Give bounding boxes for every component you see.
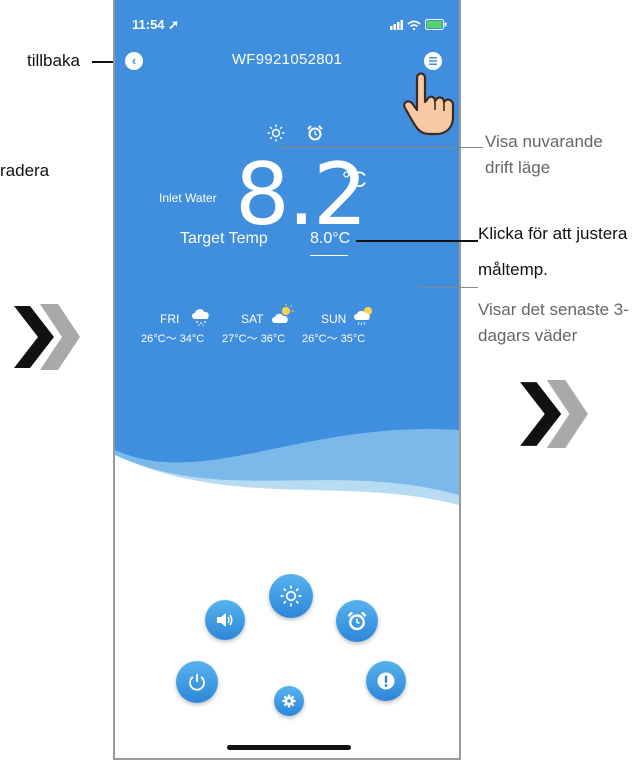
weather-day-sun: SUN 26°C～ 35°C xyxy=(302,307,392,348)
weather-range: 27°C～ 36°C xyxy=(222,333,286,345)
sound-button[interactable] xyxy=(205,600,245,640)
power-icon xyxy=(189,674,205,691)
weather-day-label: SUN xyxy=(321,312,347,326)
weather-range: 26°C～ 35°C xyxy=(302,333,366,345)
inlet-water-unit: °C xyxy=(342,167,367,192)
inlet-water-value: 8.2 xyxy=(235,145,368,245)
alert-icon xyxy=(377,672,395,690)
annotation-mode-line2: drift läge xyxy=(485,158,551,177)
home-indicator[interactable] xyxy=(227,745,351,750)
alert-button[interactable] xyxy=(366,661,406,701)
battery-icon xyxy=(425,19,447,30)
annotation-weather-line1: Visar det senaste 3- xyxy=(478,300,629,319)
phone-screen: 11:54 ➚ ‹ WF9921052801 Inlet Water 8.2 °… xyxy=(113,0,461,760)
sun-mode-indicator-icon xyxy=(267,124,285,142)
target-temp-value[interactable]: 8.0°C xyxy=(310,230,350,248)
menu-icon xyxy=(429,57,437,65)
alarm-clock-indicator-icon xyxy=(307,125,323,141)
target-temp-underline xyxy=(310,255,348,256)
weather-day-label: SAT xyxy=(241,312,264,326)
partly-sunny-icon xyxy=(272,304,294,323)
annotation-adjust-line xyxy=(356,240,478,242)
wave-decoration xyxy=(115,429,459,530)
target-temp-label: Target Temp xyxy=(180,230,268,247)
annotation-mode-line1: Visa nuvarande xyxy=(485,132,603,151)
status-time: 11:54 ➚ xyxy=(132,17,179,33)
weather-range: 26°C～ 34°C xyxy=(141,333,205,345)
weather-day-label: FRI xyxy=(160,312,180,326)
time-text: 11:54 xyxy=(132,17,165,32)
double-chevron-right-icon xyxy=(14,304,80,370)
mode-button[interactable] xyxy=(269,574,313,618)
signal-icon xyxy=(390,20,403,30)
double-chevron-right-icon xyxy=(520,380,588,448)
sun-mode-icon xyxy=(280,585,302,607)
wifi-icon xyxy=(407,20,421,30)
menu-button[interactable] xyxy=(424,52,442,70)
status-indicators xyxy=(390,19,450,31)
timer-button[interactable] xyxy=(336,600,378,642)
power-button[interactable] xyxy=(176,661,218,703)
annotation-adjust-line1: Klicka för att justera xyxy=(478,224,628,243)
annotation-delete: radera xyxy=(0,161,50,180)
location-arrow-icon: ➚ xyxy=(164,17,180,32)
annotation-adjust-line2: måltemp. xyxy=(478,260,548,279)
weather-day-sat: SAT 27°C～ 36°C xyxy=(222,304,312,348)
rain-cloud-icon xyxy=(192,309,209,326)
settings-gear-icon xyxy=(282,694,296,708)
annotation-mode-line xyxy=(275,147,483,148)
weather-day-fri: FRI 26°C～ 34°C xyxy=(141,308,231,348)
sound-icon xyxy=(217,613,233,627)
annotation-back: tillbaka xyxy=(27,51,80,70)
annotation-weather-line2: dagars väder xyxy=(478,326,578,345)
hand-pointer-icon xyxy=(403,72,455,136)
alarm-clock-icon xyxy=(347,611,367,631)
annotation-weather-line xyxy=(418,287,478,288)
inlet-water-label: Inlet Water xyxy=(159,191,217,205)
device-title: WF9921052801 xyxy=(231,51,343,68)
sun-rain-icon xyxy=(354,307,372,326)
settings-button[interactable] xyxy=(274,686,304,716)
